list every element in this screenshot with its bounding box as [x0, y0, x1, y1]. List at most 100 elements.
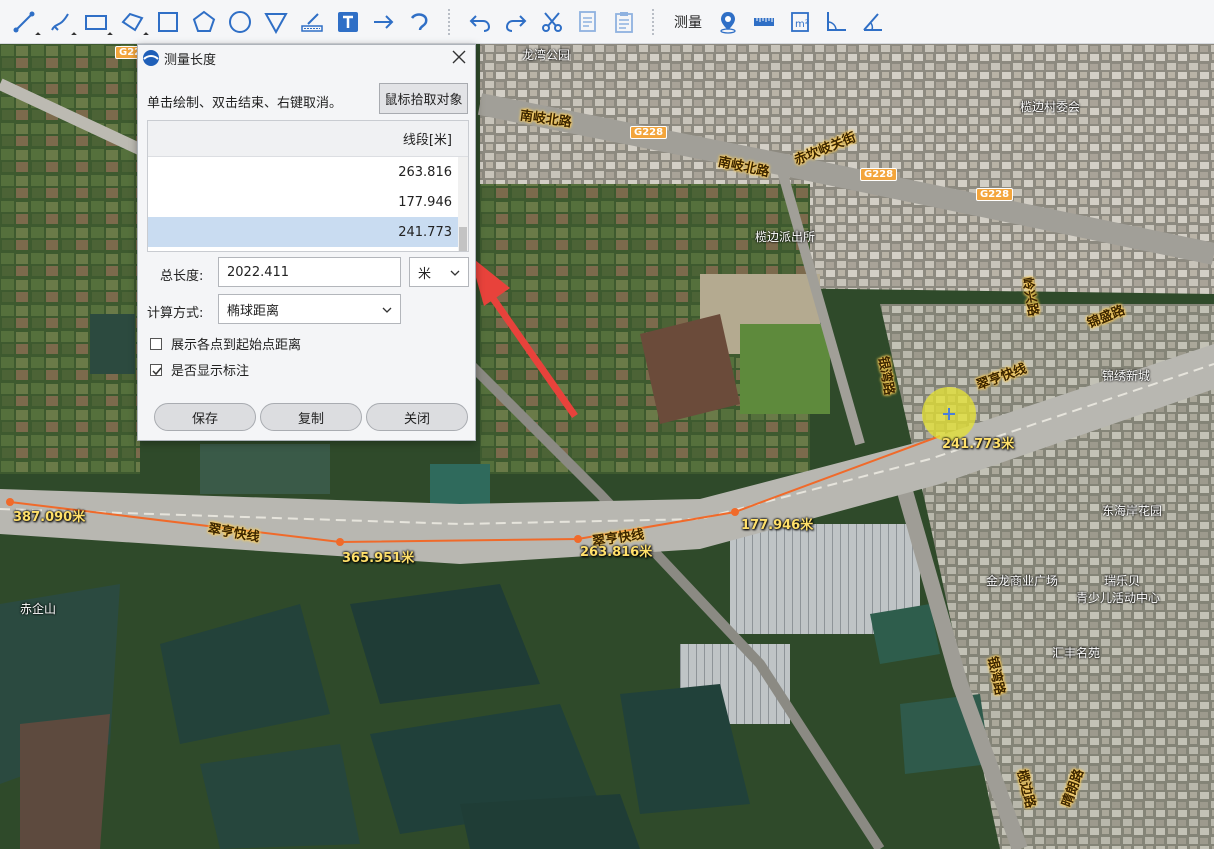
total-length-label: 总长度: — [160, 269, 204, 284]
chevron-down-icon — [450, 270, 460, 276]
measure-angle-tool[interactable] — [818, 4, 854, 40]
brush-tool[interactable] — [294, 4, 330, 40]
highway-badge: G228 — [976, 188, 1014, 201]
arrow-icon — [374, 14, 394, 29]
poi-label: 榄边派出所 — [755, 230, 816, 244]
cut-icon — [542, 11, 562, 32]
total-length-value: 2022.411 — [227, 264, 290, 280]
measure-length-dialog: 测量长度 单击绘制、双击结束、右键取消。 鼠标拾取对象 线段[米] 263.81… — [137, 44, 476, 441]
highway-badge: G228 — [630, 126, 668, 139]
chevron-down-icon — [382, 307, 392, 313]
table-row[interactable]: 177.946 — [148, 187, 468, 217]
show-distance-checkbox[interactable] — [150, 337, 162, 350]
save-button[interactable]: 保存 — [154, 403, 256, 431]
segment-value: 241.773 — [398, 224, 452, 240]
measure-azimuth-tool[interactable] — [854, 4, 890, 40]
freehand-tool[interactable] — [42, 4, 78, 40]
cut-button[interactable] — [534, 4, 570, 40]
pick-object-button[interactable]: 鼠标拾取对象 — [379, 83, 468, 114]
triangle-icon — [264, 12, 288, 34]
ruler-icon — [754, 17, 774, 26]
polyline-icon — [13, 11, 35, 32]
segment-measure-label: 365.951米 — [342, 551, 415, 566]
polygon-icon — [121, 12, 144, 31]
column-header-segment: 线段[米] — [402, 133, 452, 148]
area-icon: m² — [791, 11, 809, 32]
segment-table: 线段[米] 263.816 177.946 241.773 — [147, 120, 469, 252]
curve-arrow-tool[interactable] — [402, 4, 438, 40]
poi-label: 龙湾公园 — [522, 48, 571, 62]
poi-label: 青少儿活动中心 — [1076, 591, 1161, 605]
highway-badge: G228 — [860, 168, 898, 181]
text-icon — [338, 11, 358, 32]
table-row[interactable]: 263.816 — [148, 157, 468, 187]
circle-icon — [229, 10, 251, 33]
polygon-tool[interactable] — [114, 4, 150, 40]
table-header: 线段[米] — [148, 121, 468, 157]
segment-measure-label: 263.816米 — [580, 545, 653, 560]
measure-point-tool[interactable] — [710, 4, 746, 40]
redo-icon — [505, 14, 527, 32]
rectangle-icon — [85, 14, 107, 30]
dialog-title: 测量长度 — [164, 52, 217, 68]
triangle-tool[interactable] — [258, 4, 294, 40]
poi-label: 锦绣新城 — [1102, 369, 1151, 383]
show-distance-option[interactable]: 展示各点到起始点距离 — [150, 334, 301, 353]
unit-select[interactable]: 米 — [409, 257, 469, 287]
calc-method-label: 计算方式: — [147, 306, 204, 321]
poi-label: 瑞乐贝 — [1104, 574, 1141, 588]
measure-label: 测量 — [674, 14, 702, 31]
scrollbar-thumb[interactable] — [459, 227, 467, 251]
polyline-tool[interactable] — [6, 4, 42, 40]
paste-button[interactable] — [606, 4, 642, 40]
app-logo-icon — [143, 50, 159, 66]
dialog-titlebar[interactable]: 测量长度 — [138, 45, 475, 71]
drawing-toolbar: 测量 m² — [0, 0, 1214, 44]
total-length-field[interactable]: 2022.411 — [218, 257, 401, 287]
location-icon — [720, 11, 736, 34]
rectangle-tool[interactable] — [78, 4, 114, 40]
segment-measure-label: 177.946米 — [741, 518, 814, 533]
angle-icon — [827, 11, 846, 31]
undo-icon — [469, 14, 491, 32]
undo-button[interactable] — [462, 4, 498, 40]
segment-measure-label: 241.773米 — [942, 437, 1015, 452]
toolbar-separator — [448, 8, 454, 35]
poi-label: 金龙商业广场 — [986, 574, 1059, 588]
copy-button[interactable]: 复制 — [260, 403, 362, 431]
copy-icon — [579, 10, 596, 32]
svg-text:m²: m² — [795, 19, 809, 30]
checkmark-icon — [152, 367, 162, 375]
poi-label: 汇丰名苑 — [1052, 646, 1101, 660]
measure-length-tool[interactable] — [746, 4, 782, 40]
square-icon — [158, 11, 178, 32]
measure-area-tool[interactable]: m² — [782, 4, 818, 40]
show-distance-label: 展示各点到起始点距离 — [171, 338, 302, 353]
close-button[interactable]: 关闭 — [366, 403, 468, 431]
copy-button[interactable] — [570, 4, 606, 40]
circle-tool[interactable] — [222, 4, 258, 40]
table-row-selected[interactable]: 241.773 — [148, 217, 468, 247]
calc-method-select[interactable]: 椭球距离 — [218, 294, 401, 324]
show-label-checkbox[interactable] — [150, 363, 162, 376]
arrow-tool[interactable] — [366, 4, 402, 40]
show-label-option[interactable]: 是否显示标注 — [150, 360, 249, 379]
poi-label: 榄边村委会 — [1020, 100, 1081, 114]
azimuth-icon — [863, 12, 882, 31]
calc-method-value: 椭球距离 — [227, 303, 280, 319]
show-label-label: 是否显示标注 — [171, 364, 250, 379]
paste-icon — [615, 11, 633, 33]
freehand-icon — [51, 13, 69, 31]
brush-icon — [301, 12, 323, 32]
table-scrollbar[interactable] — [458, 157, 468, 251]
redo-button[interactable] — [498, 4, 534, 40]
text-tool[interactable] — [330, 4, 366, 40]
poi-label: 东海岸花园 — [1102, 504, 1163, 518]
pentagon-tool[interactable] — [186, 4, 222, 40]
square-tool[interactable] — [150, 4, 186, 40]
close-icon[interactable] — [451, 49, 467, 65]
segment-value: 177.946 — [398, 194, 452, 210]
unit-value: 米 — [418, 266, 432, 282]
toolbar-separator — [652, 8, 658, 35]
pentagon-icon — [192, 10, 216, 32]
